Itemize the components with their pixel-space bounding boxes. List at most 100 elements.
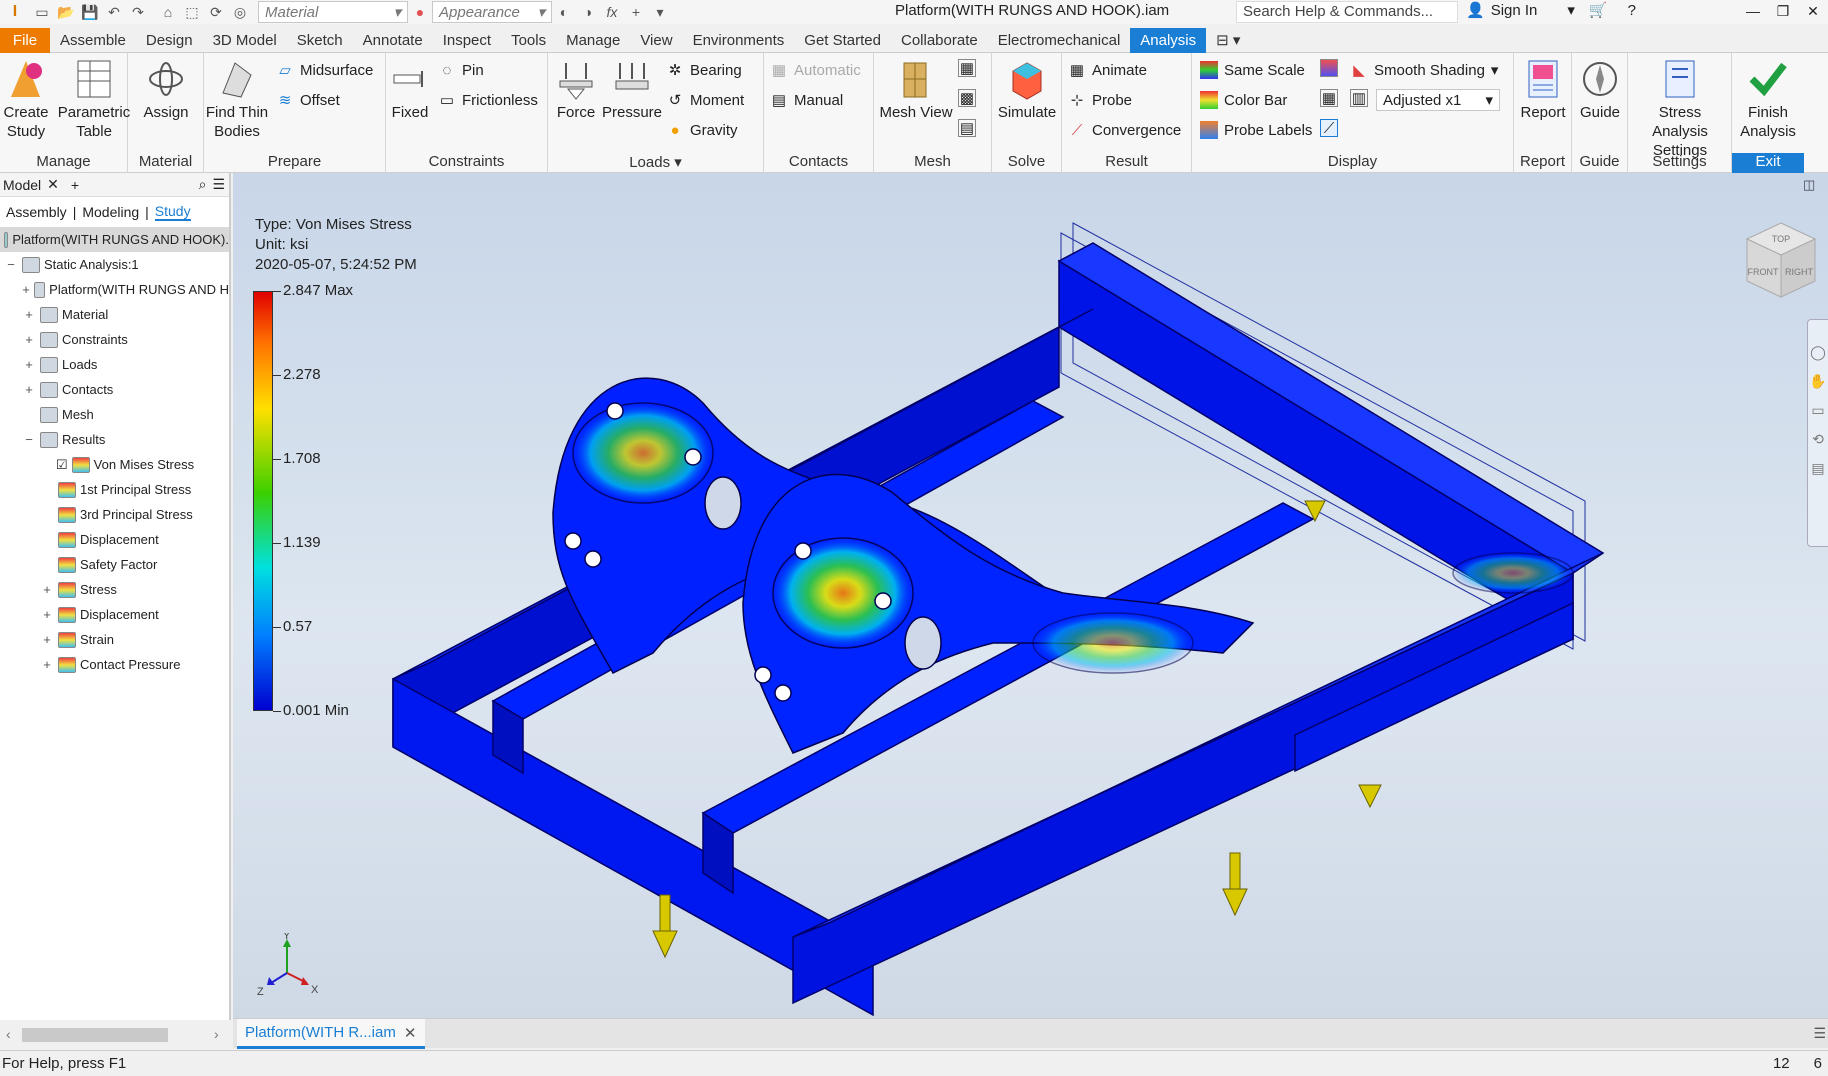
- offset-button[interactable]: ≋ Offset: [276, 91, 340, 110]
- adjust-appearance-icon[interactable]: ◐: [552, 2, 576, 22]
- find-thin-bodies-button[interactable]: Find Thin Bodies: [204, 57, 270, 141]
- checkbox-icon[interactable]: ☑: [56, 457, 68, 473]
- midsurface-button[interactable]: ▱ Midsurface: [276, 61, 373, 80]
- tree-node[interactable]: Displacement: [0, 527, 229, 552]
- convergence-settings-icon[interactable]: ▤: [958, 119, 976, 137]
- sign-in[interactable]: 👤 Sign In ▾ 🛒?: [1466, 1, 1636, 20]
- plus-icon[interactable]: +: [624, 2, 648, 22]
- display-options-icon[interactable]: ▦: [1320, 89, 1338, 107]
- tab-3d-model[interactable]: 3D Model: [203, 28, 287, 53]
- deformation-icon[interactable]: ⟋: [1320, 119, 1338, 137]
- close-icon[interactable]: ✕: [404, 1024, 417, 1042]
- tree-node[interactable]: Mesh: [0, 402, 229, 427]
- finish-analysis-button[interactable]: Finish Analysis: [1734, 57, 1802, 141]
- mesh-view-button[interactable]: Mesh View: [878, 57, 954, 122]
- tab-inspect[interactable]: Inspect: [433, 28, 501, 53]
- update-icon[interactable]: ⟳: [204, 2, 228, 22]
- redo-icon[interactable]: ↷: [126, 2, 150, 22]
- clear-appearance-icon[interactable]: ◑: [576, 2, 600, 22]
- help-search-input[interactable]: Search Help & Commands...: [1236, 1, 1458, 23]
- tab-study[interactable]: Study: [154, 203, 191, 221]
- local-mesh-icon[interactable]: ▩: [958, 89, 976, 107]
- adjusted-scale-select[interactable]: Adjusted x1 ▾: [1376, 89, 1500, 111]
- tree-node[interactable]: Safety Factor: [0, 552, 229, 577]
- viewport-menu-icon[interactable]: ◫: [1803, 177, 1815, 193]
- tree-node[interactable]: 3rd Principal Stress: [0, 502, 229, 527]
- bearing-button[interactable]: ✲ Bearing: [666, 61, 742, 80]
- orbit-icon[interactable]: ⟲: [1808, 431, 1828, 448]
- report-button[interactable]: Report: [1518, 57, 1568, 122]
- expand-icon[interactable]: +: [22, 357, 36, 372]
- search-icon[interactable]: ⌕: [199, 176, 207, 193]
- color-bar-button[interactable]: Color Bar: [1200, 91, 1287, 109]
- tab-manage[interactable]: Manage: [556, 28, 630, 53]
- tree-node[interactable]: − Static Analysis:1: [0, 252, 229, 277]
- force-button[interactable]: Force: [554, 57, 598, 122]
- browser-scrollbar[interactable]: ‹ ›: [0, 1020, 231, 1048]
- customize-icon[interactable]: ▾: [648, 2, 672, 22]
- tree-node[interactable]: + Stress: [0, 577, 229, 602]
- appearance-combo[interactable]: Appearance ▾: [432, 1, 552, 23]
- tab-modeling[interactable]: Modeling: [82, 204, 139, 220]
- undo-icon[interactable]: ↶: [102, 2, 126, 22]
- close-icon[interactable]: ✕: [1798, 0, 1828, 22]
- fixed-button[interactable]: Fixed: [390, 57, 430, 122]
- tab-assembly[interactable]: Assembly: [6, 204, 67, 220]
- manual-button[interactable]: ▤ Manual: [770, 91, 843, 110]
- automatic-button[interactable]: ▦ Automatic: [770, 61, 861, 80]
- minimize-icon[interactable]: —: [1738, 0, 1768, 22]
- tree-node[interactable]: + Displacement: [0, 602, 229, 627]
- home-icon[interactable]: ⌂: [156, 2, 180, 22]
- tab-view[interactable]: View: [630, 28, 682, 53]
- probe-labels-button[interactable]: Probe Labels: [1200, 121, 1312, 139]
- tree-node[interactable]: ☑ Von Mises Stress: [0, 452, 229, 477]
- mesh-settings-icon[interactable]: ▦: [958, 59, 976, 77]
- steering-wheel-icon[interactable]: ◯: [1808, 344, 1828, 361]
- scroll-right-icon[interactable]: ›: [214, 1026, 219, 1042]
- ribbon-options-icon[interactable]: ⊟ ▾: [1206, 28, 1250, 53]
- viewcube-top[interactable]: TOP: [1772, 234, 1790, 244]
- inventor-logo[interactable]: I: [0, 0, 30, 24]
- tab-file[interactable]: File: [0, 27, 50, 53]
- material-combo[interactable]: Material ▾: [258, 1, 408, 23]
- expand-icon[interactable]: −: [22, 432, 36, 447]
- close-icon[interactable]: ✕: [47, 176, 59, 193]
- tab-analysis[interactable]: Analysis: [1130, 27, 1207, 53]
- tab-get-started[interactable]: Get Started: [794, 28, 891, 53]
- help-icon[interactable]: ?: [1628, 2, 1636, 19]
- expand-icon[interactable]: +: [40, 607, 54, 622]
- tab-assemble[interactable]: Assemble: [50, 28, 136, 53]
- tree-node[interactable]: 1st Principal Stress: [0, 477, 229, 502]
- same-scale-button[interactable]: Same Scale: [1200, 61, 1305, 79]
- tree-node[interactable]: + Contacts: [0, 377, 229, 402]
- gravity-button[interactable]: ● Gravity: [666, 121, 737, 139]
- tree-node[interactable]: + Contact Pressure: [0, 652, 229, 677]
- appearance-ball-icon[interactable]: ◎: [228, 2, 252, 22]
- tree-node[interactable]: − Results: [0, 427, 229, 452]
- expand-icon[interactable]: +: [40, 657, 54, 672]
- adjust-scale-icon[interactable]: ▥: [1350, 89, 1368, 107]
- expand-icon[interactable]: −: [4, 257, 18, 272]
- tab-collaborate[interactable]: Collaborate: [891, 28, 988, 53]
- tree-node[interactable]: + Loads: [0, 352, 229, 377]
- open-icon[interactable]: 📂: [54, 2, 78, 22]
- document-tab[interactable]: Platform(WITH R...iam ✕: [237, 1019, 425, 1049]
- convergence-button[interactable]: ⟋ Convergence: [1068, 121, 1182, 139]
- simulate-button[interactable]: Simulate: [994, 57, 1060, 122]
- scroll-thumb[interactable]: [22, 1028, 168, 1042]
- fx-icon[interactable]: fx: [600, 2, 624, 22]
- tab-design[interactable]: Design: [136, 28, 203, 53]
- save-icon[interactable]: 💾: [78, 2, 102, 22]
- scroll-left-icon[interactable]: ‹: [6, 1026, 11, 1042]
- expand-icon[interactable]: +: [22, 282, 30, 297]
- pin-button[interactable]: ◌ Pin: [438, 61, 484, 79]
- guide-button[interactable]: Guide: [1576, 57, 1624, 122]
- select-icon[interactable]: ⬚: [180, 2, 204, 22]
- stress-analysis-settings-button[interactable]: Stress Analysis Settings: [1630, 57, 1730, 160]
- expand-icon[interactable]: +: [22, 307, 36, 322]
- tree-node[interactable]: + Constraints: [0, 327, 229, 352]
- restore-icon[interactable]: ❐: [1768, 0, 1798, 22]
- tree-root[interactable]: Platform(WITH RUNGS AND HOOK).: [0, 227, 229, 252]
- probe-button[interactable]: ⊹ Probe: [1068, 91, 1132, 110]
- zoom-icon[interactable]: ▭: [1808, 402, 1828, 419]
